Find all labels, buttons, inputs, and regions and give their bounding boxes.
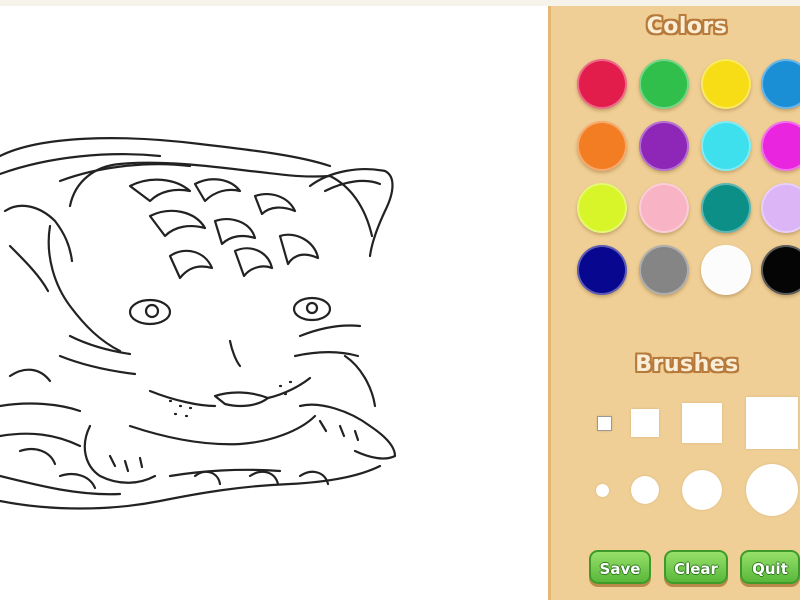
clear-button[interactable]: Clear [664,550,728,584]
brush-square-small[interactable] [597,416,612,431]
brush-circle-large[interactable] [682,470,722,510]
color-swatch-lavender[interactable] [761,183,800,233]
color-swatch-navy[interactable] [577,245,627,295]
color-swatch-orange[interactable] [577,121,627,171]
brushes-title: Brushes [635,352,739,377]
drawing-canvas[interactable] [0,6,548,600]
color-swatch-magenta[interactable] [761,121,800,171]
colors-title: Colors [646,14,728,39]
tool-panel: Colors Brushes Save Clear Quit [548,6,800,600]
quit-button[interactable]: Quit [740,550,800,584]
brush-square-medium[interactable] [631,409,659,437]
color-swatch-red[interactable] [577,59,627,109]
color-swatch-purple[interactable] [639,121,689,171]
coloring-app: Colors Brushes Save Clear Quit [0,0,800,600]
brush-square-xlarge[interactable] [746,397,798,449]
color-swatch-blue[interactable] [761,59,800,109]
color-swatch-white[interactable] [701,245,751,295]
color-swatch-black[interactable] [761,245,800,295]
color-swatch-gray[interactable] [639,245,689,295]
tiger-drawing[interactable] [0,6,548,600]
color-swatch-yellow[interactable] [701,59,751,109]
brush-circle-xlarge[interactable] [746,464,798,516]
color-swatch-pink[interactable] [639,183,689,233]
color-swatch-lime[interactable] [577,183,627,233]
save-button[interactable]: Save [589,550,651,584]
brush-square-large[interactable] [682,403,722,443]
brush-circle-medium[interactable] [631,476,659,504]
brush-circle-small[interactable] [596,484,609,497]
color-swatch-green[interactable] [639,59,689,109]
color-swatch-teal[interactable] [701,183,751,233]
color-swatch-cyan[interactable] [701,121,751,171]
